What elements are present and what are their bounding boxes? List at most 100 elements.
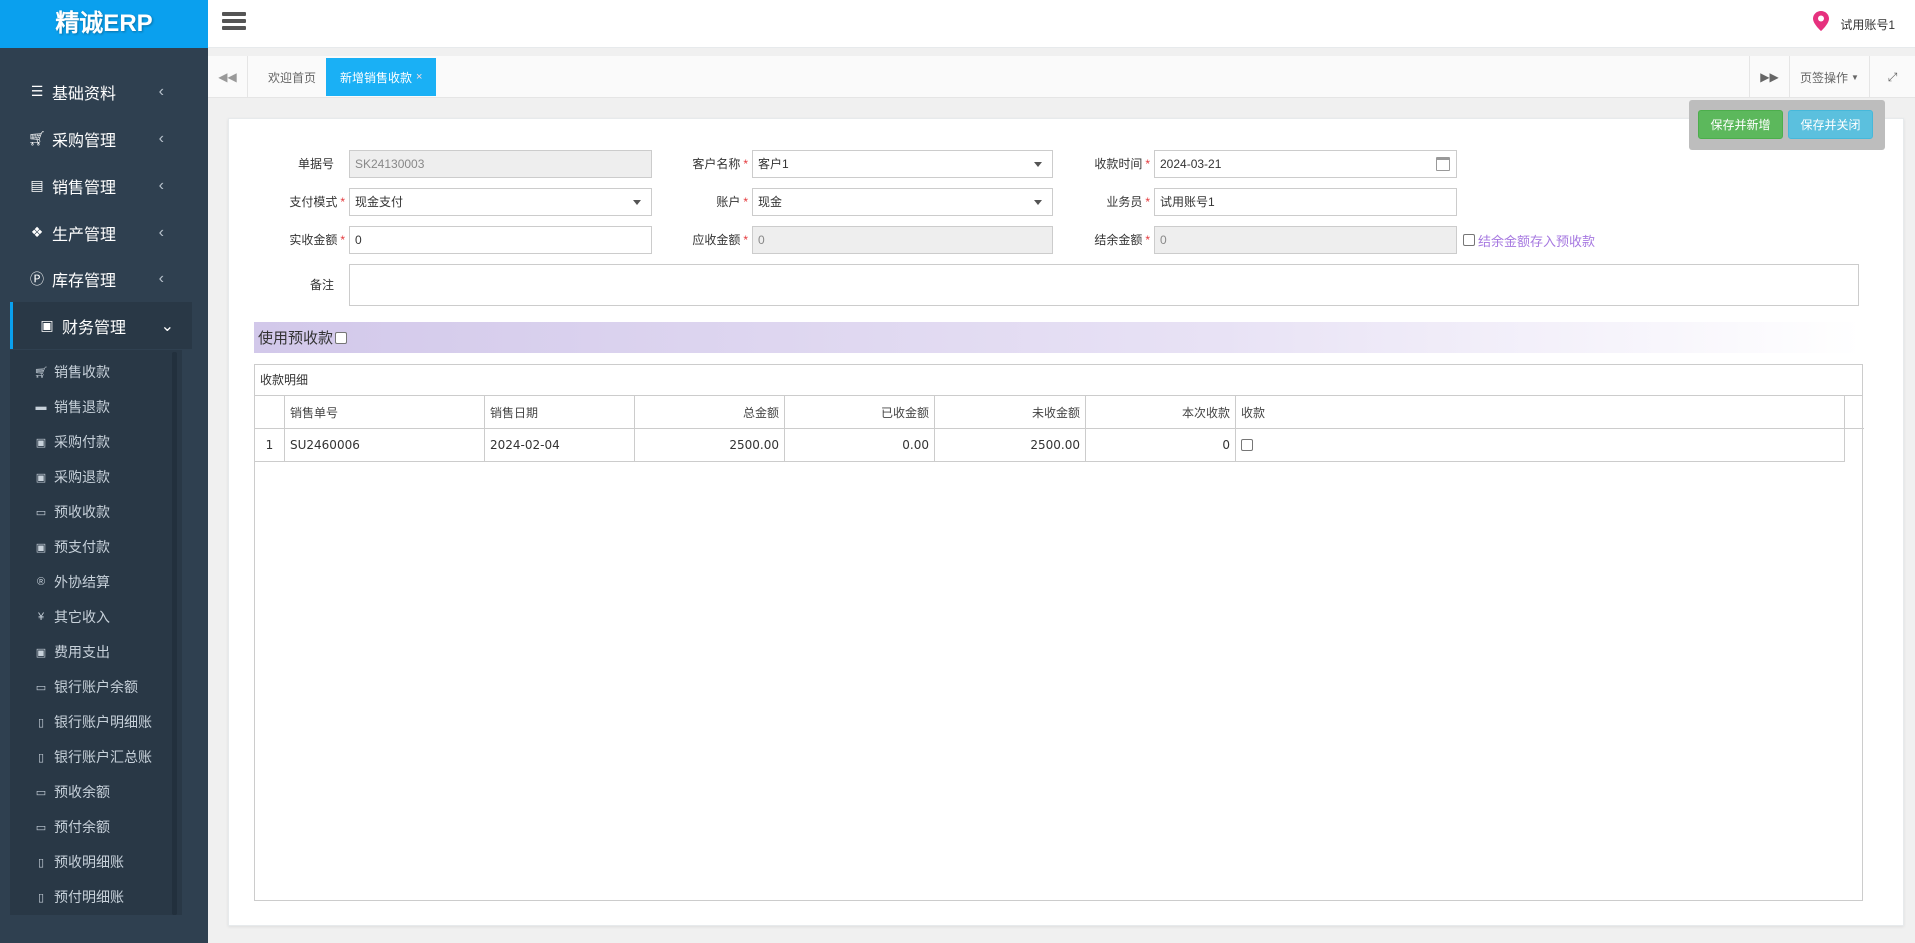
salesman-field[interactable]: 试用账号1: [1154, 188, 1457, 216]
yen-icon: ¥: [37, 611, 45, 623]
sidebar-subitem-advance-receipt-detail[interactable]: ▯ 预收明细账: [34, 847, 124, 877]
grid-header-total[interactable]: 总金额: [635, 396, 785, 429]
caret-down-icon: [1034, 162, 1042, 167]
tab-label: 新增销售收款: [340, 70, 413, 85]
balance-amount-field[interactable]: 0: [1154, 226, 1457, 254]
due-amount-field[interactable]: 0: [752, 226, 1053, 254]
chevron-left-icon: ‹: [158, 176, 164, 194]
balance-amount-label: 结余金额 *: [1094, 233, 1150, 247]
save-and-new-button[interactable]: 保存并新增: [1698, 110, 1783, 139]
sidebar-subitem-label: 预支付款: [54, 539, 110, 555]
doc-no-label: 单据号: [297, 157, 334, 171]
remark-label: 备注: [309, 278, 334, 292]
sidebar-item-finance[interactable]: ▣ 财务管理 ⌄: [10, 302, 192, 349]
account-label: 账户 *: [716, 195, 748, 209]
user-name[interactable]: 试用账号1: [1840, 16, 1895, 33]
card-icon: ▭: [35, 681, 47, 694]
save-to-advance-checkbox[interactable]: [1463, 234, 1475, 246]
grid-header-received[interactable]: 已收金额: [785, 396, 935, 429]
close-icon[interactable]: ×: [416, 71, 422, 83]
expand-icon: ⤢: [1887, 69, 1898, 84]
brand-logo[interactable]: 精诚ERP: [0, 0, 208, 48]
sidebar-subitem-label: 费用支出: [54, 644, 110, 660]
account-select[interactable]: 现金: [752, 188, 1053, 216]
table-cell-order-no[interactable]: SU2460006: [285, 429, 485, 462]
sidebar-subitem-advance-receipt[interactable]: ▭ 预收收款: [34, 497, 110, 527]
tab-ops-label: 页签操作: [1800, 70, 1849, 85]
sidebar-subitem-bank-summary[interactable]: ▯ 银行账户汇总账: [34, 742, 152, 772]
sidebar-subitem-label: 预收明细账: [54, 854, 124, 870]
sidebar-subitem-advance-receipt-balance[interactable]: ▭ 预收余额: [34, 777, 110, 807]
sidebar-subitem-label: 其它收入: [54, 609, 110, 625]
tab-scroll-left-button[interactable]: ◀◀: [208, 56, 248, 98]
table-cell-current[interactable]: 0: [1086, 429, 1236, 462]
sidebar-subitem-label: 销售退款: [54, 399, 110, 415]
salesman-label: 业务员 *: [1106, 195, 1150, 209]
sidebar-item-production[interactable]: ❖ 生产管理 ‹: [0, 209, 208, 256]
sidebar-subitem-advance-payment-detail[interactable]: ▯ 预付明细账: [34, 882, 124, 912]
sidebar-subitem-bank-balance[interactable]: ▭ 银行账户余额: [34, 672, 138, 702]
sidebar-subitem-purchase-refund[interactable]: ▣ 采购退款: [34, 462, 110, 492]
customer-select[interactable]: 客户1: [752, 150, 1053, 178]
card-icon: ▬: [35, 401, 47, 413]
sidebar-subitem-label: 外协结算: [54, 574, 110, 590]
sidebar-subitem-other-income[interactable]: ¥ 其它收入: [34, 602, 110, 632]
table-cell-total[interactable]: 2500.00: [635, 429, 785, 462]
sidebar-item-sales[interactable]: ▤ 销售管理 ‹: [0, 162, 208, 209]
doc-no-field[interactable]: SK24130003: [349, 150, 652, 178]
fullscreen-button[interactable]: ⤢: [1869, 56, 1915, 98]
grid-header-collect[interactable]: 收款: [1236, 396, 1845, 429]
grid-header-order-date[interactable]: 销售日期: [485, 396, 635, 429]
due-amount-label: 应收金额 *: [692, 233, 748, 247]
file-icon: ▯: [37, 751, 45, 764]
money-icon: ▣: [35, 646, 47, 659]
sidebar-item-label: 销售管理: [52, 179, 117, 197]
collect-checkbox[interactable]: [1241, 439, 1253, 451]
sidebar-subitem-expense[interactable]: ▣ 费用支出: [34, 637, 110, 667]
sidebar-subitem-outsource-settlement[interactable]: ® 外协结算: [34, 567, 110, 597]
save-to-advance-option[interactable]: 结余金额存入预收款: [1463, 232, 1595, 249]
tab-ops-dropdown[interactable]: 页签操作 ▼: [1789, 56, 1869, 98]
sidebar-item-basic-data[interactable]: ☰ 基础资料 ‹: [0, 68, 208, 115]
sidebar-subitem-advance-payment[interactable]: ▣ 预支付款: [34, 532, 110, 562]
tab-label: 欢迎首页: [268, 70, 317, 85]
calendar-icon[interactable]: [1436, 157, 1450, 171]
table-cell-received[interactable]: 0.00: [785, 429, 935, 462]
table-cell-unreceived[interactable]: 2500.00: [935, 429, 1086, 462]
menu-toggle-icon[interactable]: [222, 12, 246, 34]
sidebar-subitem-bank-detail[interactable]: ▯ 银行账户明细账: [34, 707, 152, 737]
sidebar-subitem-sales-refund[interactable]: ▬ 销售退款: [34, 392, 111, 422]
tab-new-sales-receipt[interactable]: 新增销售收款 ×: [326, 58, 437, 96]
tab-scroll-right-button[interactable]: ▶▶: [1749, 56, 1789, 98]
date-field[interactable]: 2024-03-21: [1154, 150, 1457, 178]
list-icon: ☰: [30, 83, 44, 99]
save-and-close-button[interactable]: 保存并关闭: [1788, 110, 1873, 139]
sidebar-subitem-advance-payment-balance[interactable]: ▭ 预付余额: [34, 812, 110, 842]
cart-icon: 🛒︎: [28, 130, 46, 146]
grid-caption: 收款明细: [255, 365, 1862, 396]
grid-header-unreceived[interactable]: 未收金额: [935, 396, 1086, 429]
table-cell-collect[interactable]: [1236, 429, 1845, 462]
card-icon: ▭: [35, 821, 47, 834]
tab-home[interactable]: 欢迎首页: [254, 58, 330, 96]
received-amount-field[interactable]: 0: [349, 226, 652, 254]
receipt-detail-grid: 收款明细 销售单号 销售日期 总金额 已收金额 未收金额 本次收款 收款 1 S…: [254, 364, 1864, 901]
sidebar-item-inventory[interactable]: Ⓟ 库存管理 ‹: [0, 255, 208, 302]
double-left-icon: ◀◀: [218, 70, 237, 84]
sidebar-subitem-sales-receipt[interactable]: 🛒︎ 销售收款: [34, 357, 110, 387]
pay-mode-select[interactable]: 现金支付: [349, 188, 652, 216]
table-cell-order-date[interactable]: 2024-02-04: [485, 429, 635, 462]
sidebar-scrollbar[interactable]: [172, 352, 177, 915]
table-row-number: 1: [255, 429, 285, 462]
use-advance-checkbox[interactable]: [335, 331, 348, 344]
received-amount-label: 实收金额 *: [289, 233, 345, 247]
sidebar-subitem-purchase-payment[interactable]: ▣ 采购付款: [34, 427, 110, 457]
grid-header-current[interactable]: 本次收款: [1086, 396, 1236, 429]
sidebar-subitem-label: 预收余额: [54, 784, 110, 800]
sidebar-item-purchase[interactable]: 🛒︎ 采购管理 ‹: [0, 115, 208, 162]
remark-field[interactable]: [349, 264, 1859, 306]
chevron-down-icon: ⌄: [160, 317, 174, 335]
card-icon: ▭: [35, 786, 47, 799]
money-icon: ▣: [40, 317, 54, 333]
grid-header-order-no[interactable]: 销售单号: [285, 396, 485, 429]
